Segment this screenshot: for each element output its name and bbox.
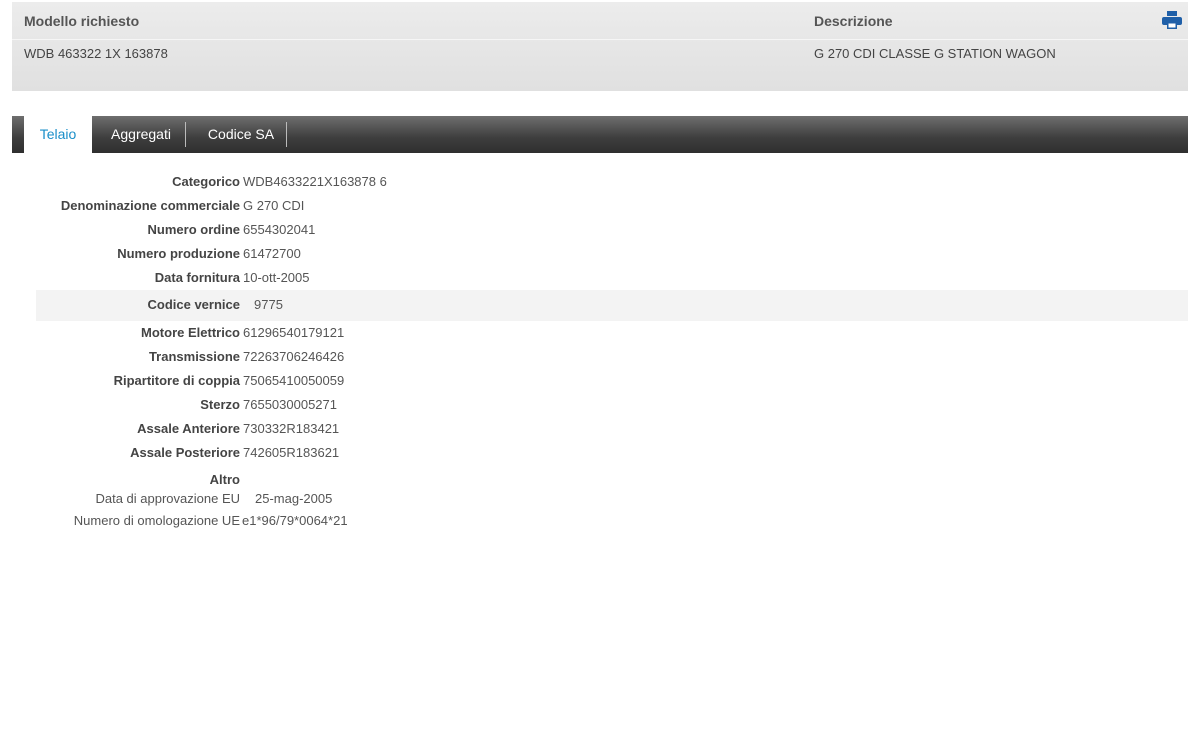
detail-section-heading: Altro xyxy=(209,472,240,487)
tab-bar: Telaio Aggregati Codice SA xyxy=(12,111,1188,153)
detail-row-altro: Altro xyxy=(36,468,1188,488)
detail-value: G 270 CDI xyxy=(243,198,305,213)
detail-row-codice-vernice: Codice vernice 9775 xyxy=(36,290,1188,321)
detail-row-categorico: Categorico WDB4633221X163878 6 xyxy=(36,170,1188,194)
print-icon[interactable] xyxy=(1162,11,1182,29)
tab-aggregati[interactable]: Aggregati xyxy=(102,116,180,153)
detail-row-sterzo: Sterzo 7655030005271 xyxy=(36,393,1188,417)
detail-label: Numero di omologazione UE xyxy=(73,513,240,528)
detail-row-transmissione: Transmissione 72263706246426 xyxy=(36,345,1188,369)
detail-label: Numero produzione xyxy=(117,246,240,261)
model-label: Modello richiesto xyxy=(24,13,140,29)
detail-label: Sterzo xyxy=(200,397,240,412)
tab-telaio[interactable]: Telaio xyxy=(24,111,92,153)
detail-value: 75065410050059 xyxy=(243,373,345,388)
detail-label: Categorico xyxy=(172,174,240,189)
detail-row-assale-posteriore: Assale Posteriore 742605R183621 xyxy=(36,441,1188,465)
detail-value: WDB4633221X163878 6 xyxy=(243,174,387,189)
detail-value: e1*96/79*0064*21 xyxy=(242,513,348,528)
detail-value: 6554302041 xyxy=(243,222,316,237)
tab-separator xyxy=(286,122,287,147)
detail-value: 730332R183421 xyxy=(243,421,340,436)
description-value: G 270 CDI CLASSE G STATION WAGON xyxy=(814,46,1056,61)
detail-value: 61472700 xyxy=(243,246,301,261)
description-label: Descrizione xyxy=(814,13,893,29)
detail-row-approvazione-eu: Data di approvazione EU 25-mag-2005 xyxy=(36,487,1188,509)
detail-value: 742605R183621 xyxy=(243,445,340,460)
detail-label: Assale Anteriore xyxy=(137,421,240,436)
detail-label: Codice vernice xyxy=(147,297,241,312)
detail-row-ripartitore: Ripartitore di coppia 75065410050059 xyxy=(36,369,1188,393)
detail-label: Motore Elettrico xyxy=(141,325,240,340)
detail-value: 9775 xyxy=(254,297,283,312)
detail-label: Data fornitura xyxy=(154,270,240,285)
detail-value: 72263706246426 xyxy=(243,349,345,364)
detail-value: 25-mag-2005 xyxy=(255,491,333,506)
detail-row-motore: Motore Elettrico 61296540179121 xyxy=(36,321,1188,345)
detail-value: 7655030005271 xyxy=(243,397,337,412)
detail-row-assale-anteriore: Assale Anteriore 730332R183421 xyxy=(36,417,1188,441)
tab-separator xyxy=(185,122,186,147)
tab-codice-sa[interactable]: Codice SA xyxy=(196,116,286,153)
vehicle-header: Modello richiesto WDB 463322 1X 163878 D… xyxy=(12,2,1188,91)
detail-label: Numero ordine xyxy=(147,222,240,237)
detail-label: Assale Posteriore xyxy=(130,445,240,460)
detail-label: Transmissione xyxy=(148,349,240,364)
detail-row-omologazione-ue: Numero di omologazione UE e1*96/79*0064*… xyxy=(36,509,1188,531)
header-divider xyxy=(12,39,1188,40)
detail-label: Ripartitore di coppia xyxy=(113,373,240,388)
detail-row-numero-ordine: Numero ordine 6554302041 xyxy=(36,218,1188,242)
detail-row-data-fornitura: Data fornitura 10-ott-2005 xyxy=(36,266,1188,290)
detail-row-numero-produzione: Numero produzione 61472700 xyxy=(36,242,1188,266)
detail-row-denominazione: Denominazione commerciale G 270 CDI xyxy=(36,194,1188,218)
model-value: WDB 463322 1X 163878 xyxy=(24,46,168,61)
detail-value: 10-ott-2005 xyxy=(243,270,310,285)
detail-value: 61296540179121 xyxy=(243,325,345,340)
detail-label: Denominazione commerciale xyxy=(60,198,240,213)
detail-label: Data di approvazione EU xyxy=(95,491,240,506)
